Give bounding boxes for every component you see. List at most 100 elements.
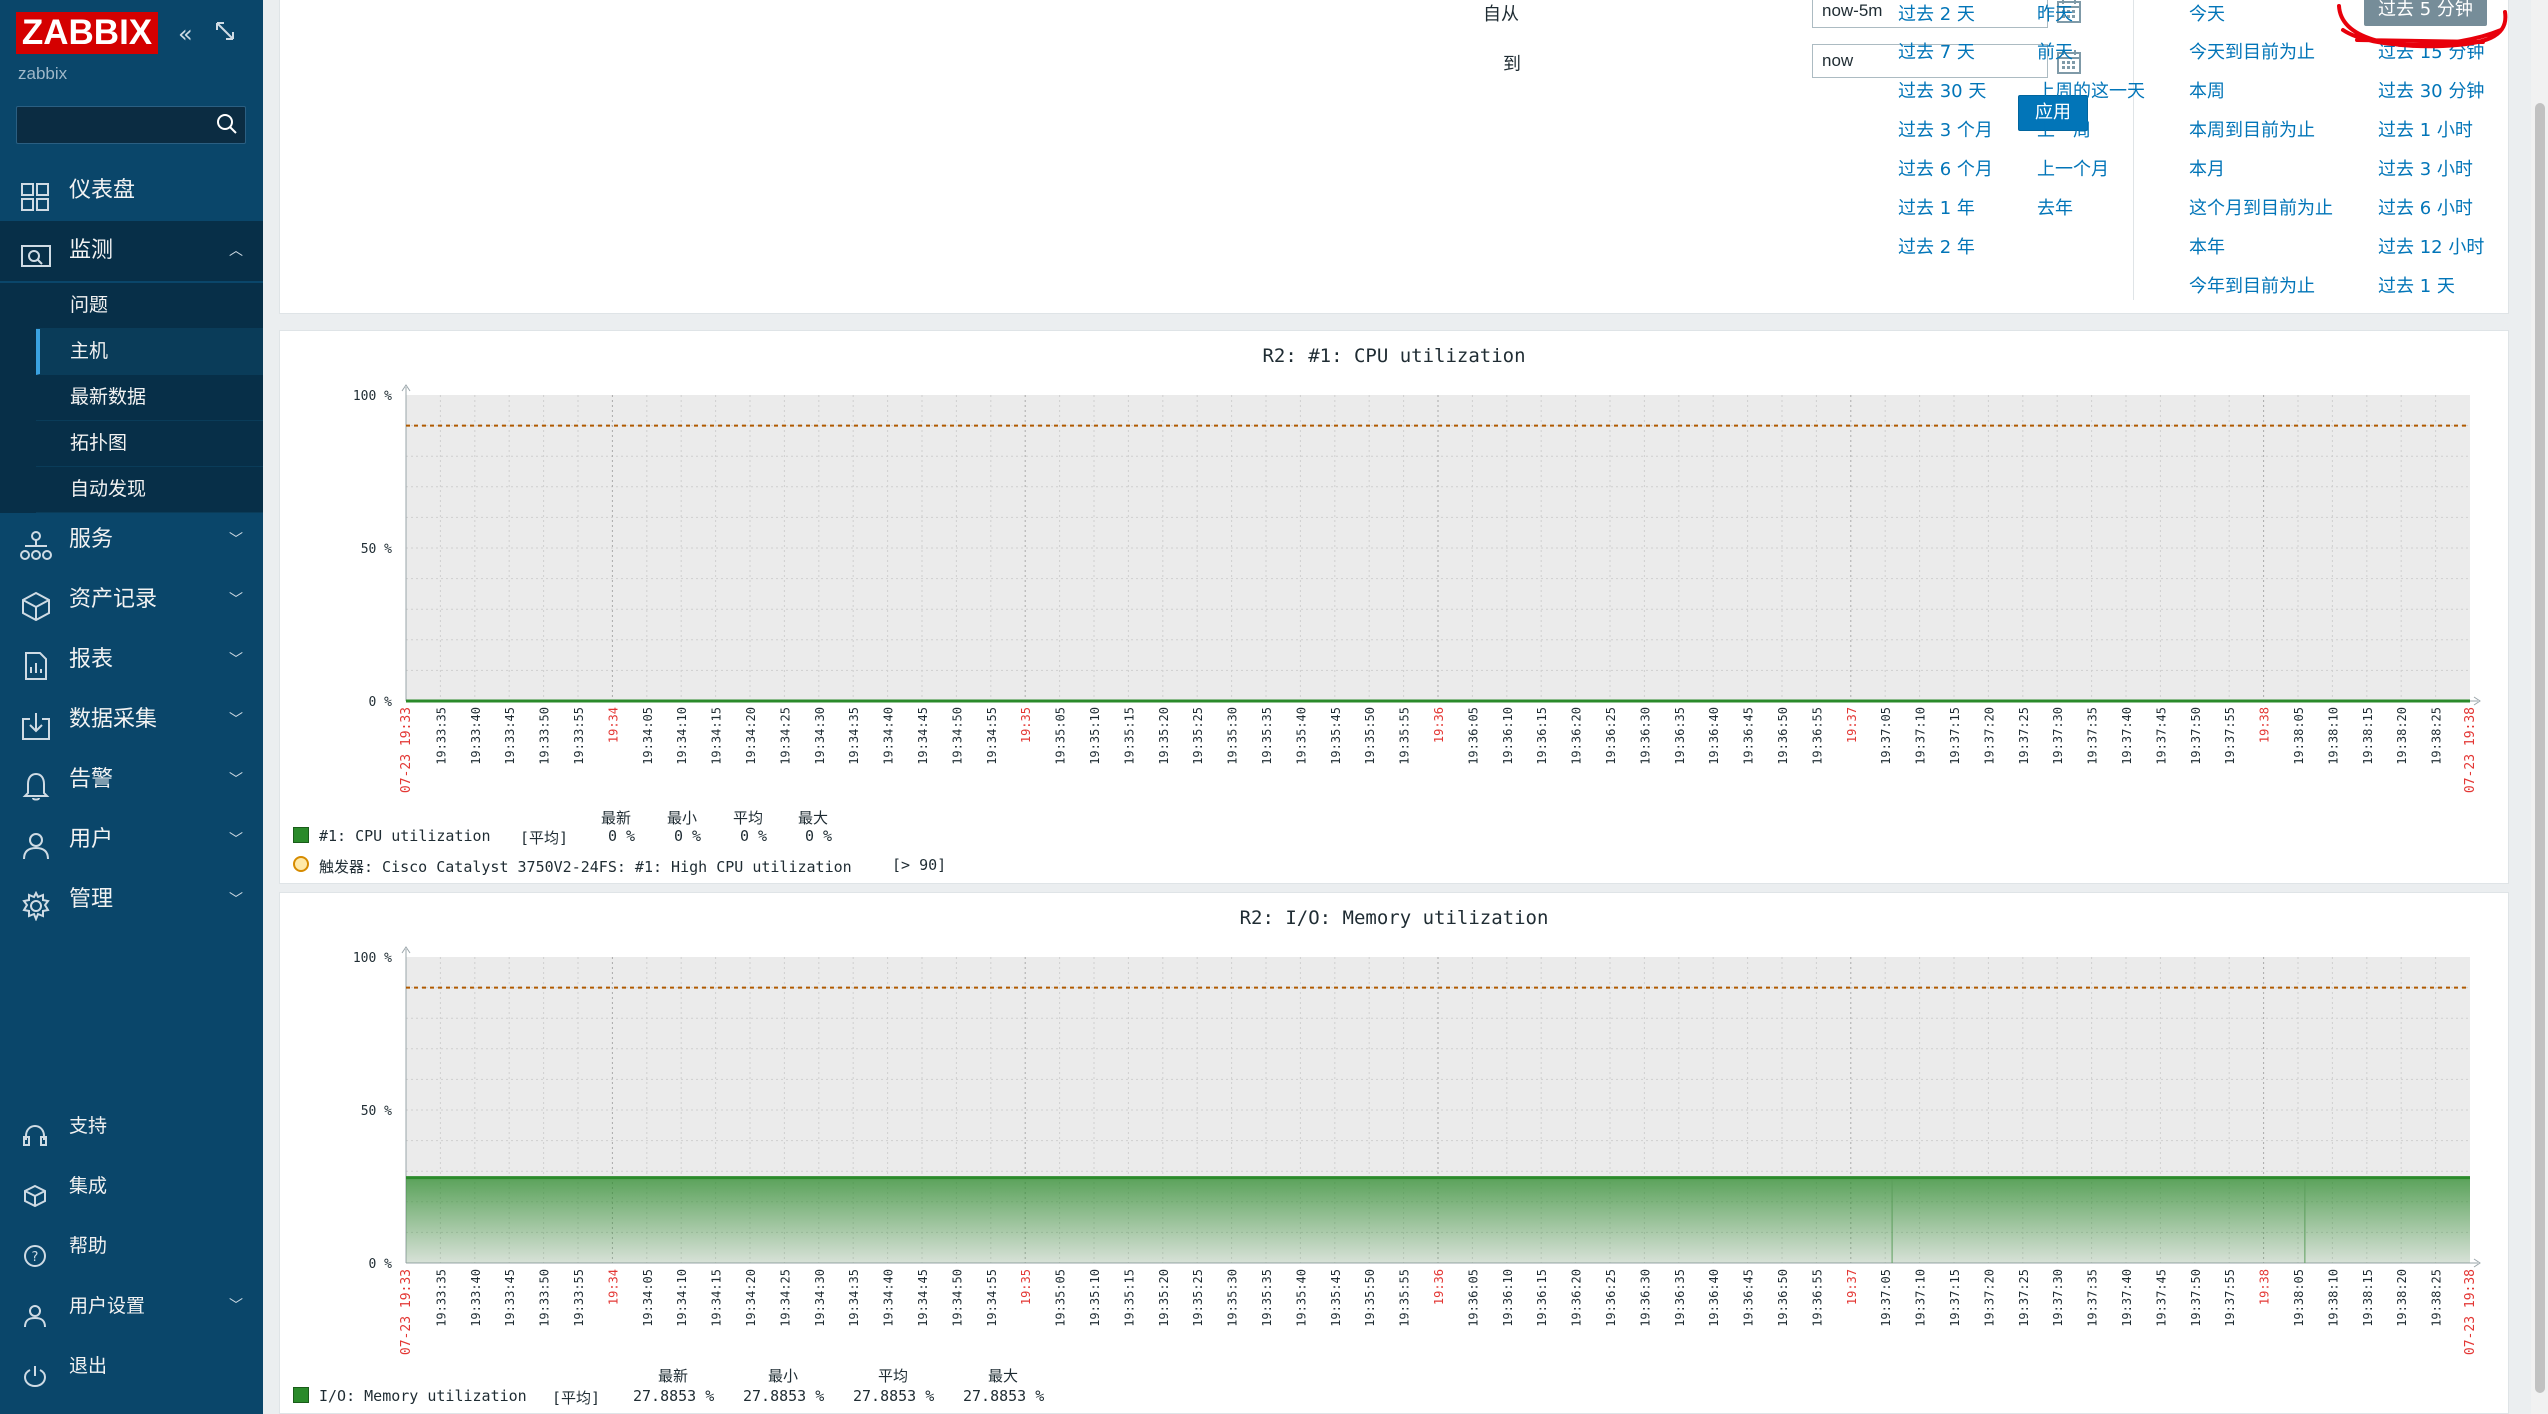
x-tick-label: 19:36 xyxy=(1432,707,1446,743)
submenu-latest-data[interactable]: 最新数据 xyxy=(36,375,263,421)
quick-range-link[interactable]: 过去 6 小时 xyxy=(2378,194,2473,220)
x-tick-label: 19:35:20 xyxy=(1157,707,1171,765)
legend-value-min: 0 % xyxy=(674,827,702,845)
x-tick-label: 19:38:15 xyxy=(2361,1269,2375,1327)
chevron-down-icon: ﹀ xyxy=(229,1298,243,1314)
menu-dashboard[interactable]: 仪表盘 xyxy=(0,161,263,221)
x-tick-label: 19:33:55 xyxy=(572,707,586,765)
x-tick-label: 19:37 xyxy=(1845,707,1859,743)
x-tick-label: 19:37:30 xyxy=(2051,707,2065,765)
integrations-icon xyxy=(22,1174,48,1208)
quick-range-link[interactable]: 过去 3 个月 xyxy=(1898,116,1993,142)
collapse-sidebar-icon[interactable]: « xyxy=(178,20,193,48)
submenu-maps[interactable]: 拓扑图 xyxy=(36,421,263,467)
monitoring-icon xyxy=(20,236,52,267)
chevron-up-icon: ︿ xyxy=(229,243,243,259)
quick-range-link[interactable]: 过去 1 年 xyxy=(1898,194,1975,220)
quick-range-link[interactable]: 本周到目前为止 xyxy=(2189,116,2315,142)
svg-text:?: ? xyxy=(32,1250,39,1265)
menu-monitoring[interactable]: 监测 ︿ xyxy=(0,221,263,281)
quick-range-link[interactable]: 去年 xyxy=(2037,194,2073,220)
menu-services[interactable]: 服务 ﹀ xyxy=(0,510,263,570)
x-tick-label: 19:33:35 xyxy=(434,1269,448,1327)
x-tick-label: 19:35:35 xyxy=(1260,1269,1274,1327)
y-tick-label: 50 % xyxy=(361,542,392,557)
quick-range-link[interactable]: 上一周 xyxy=(2037,116,2091,142)
quick-range-link[interactable]: 过去 7 天 xyxy=(1898,38,1975,64)
quick-range-link[interactable]: 过去 1 小时 xyxy=(2378,116,2473,142)
dashboard-icon xyxy=(20,176,52,211)
submenu-problems[interactable]: 问题 xyxy=(36,283,263,329)
x-tick-label: 19:35:50 xyxy=(1363,1269,1377,1327)
data-collection-icon xyxy=(20,705,52,740)
menu-administration[interactable]: 管理 ﹀ xyxy=(0,870,263,930)
quick-range-link[interactable]: 本周 xyxy=(2189,77,2225,103)
footer-user-settings[interactable]: 用户设置 ﹀ xyxy=(0,1278,263,1334)
legend-header-last: 最新 xyxy=(658,1367,689,1385)
quick-range-link[interactable]: 过去 2 年 xyxy=(1898,233,1975,259)
sidebar-search-input[interactable] xyxy=(16,106,246,144)
quick-range-link[interactable]: 上周的这一天 xyxy=(2037,77,2145,103)
quick-range-link[interactable]: 过去 12 小时 xyxy=(2378,233,2484,259)
footer-help[interactable]: ? 帮助 xyxy=(0,1218,263,1274)
quick-range-link[interactable]: 本月 xyxy=(2189,155,2225,181)
quick-range-link[interactable]: 过去 2 天 xyxy=(1898,0,1975,26)
scrollbar-thumb[interactable] xyxy=(2535,103,2545,1393)
quick-range-link[interactable]: 本年 xyxy=(2189,233,2225,259)
menu-data-collection[interactable]: 数据采集 ﹀ xyxy=(0,690,263,750)
kiosk-mode-icon[interactable] xyxy=(214,20,236,48)
footer-sign-out[interactable]: 退出 xyxy=(0,1338,263,1394)
legend-header-max: 最大 xyxy=(988,1367,1019,1385)
x-tick-label: 19:38:05 xyxy=(2292,1269,2306,1327)
x-tick-label: 19:35:10 xyxy=(1088,1269,1102,1327)
quick-range-link[interactable]: 过去 6 个月 xyxy=(1898,155,1993,181)
x-tick-label: 19:36:30 xyxy=(1638,1269,1652,1327)
x-tick-label: 19:36:50 xyxy=(1776,707,1790,765)
legend-value-avg: 0 % xyxy=(740,827,768,845)
menu-reports[interactable]: 报表 ﹀ xyxy=(0,630,263,690)
users-icon xyxy=(20,825,52,860)
inventory-icon xyxy=(20,585,52,622)
x-tick-label: 19:37:35 xyxy=(2086,1269,2100,1327)
quick-range-link[interactable]: 上一个月 xyxy=(2037,155,2109,181)
submenu-hosts[interactable]: 主机 xyxy=(36,329,263,375)
footer-integrations[interactable]: 集成 xyxy=(0,1158,263,1214)
quick-range-link[interactable]: 过去 3 小时 xyxy=(2378,155,2473,181)
menu-alerts[interactable]: 告警 ﹀ xyxy=(0,750,263,810)
quick-range-link[interactable]: 今天到目前为止 xyxy=(2189,38,2315,64)
footer-support[interactable]: 支持 xyxy=(0,1098,263,1154)
menu-inventory[interactable]: 资产记录 ﹀ xyxy=(0,570,263,630)
x-tick-label: 19:38:10 xyxy=(2326,707,2340,765)
quick-range-link[interactable]: 这个月到目前为止 xyxy=(2189,194,2333,220)
search-icon[interactable] xyxy=(215,112,239,140)
x-tick-label: 19:33:55 xyxy=(572,1269,586,1327)
legend-item-label: I/O: Memory utilization xyxy=(319,1387,527,1405)
x-tick-label: 19:34:10 xyxy=(675,1269,689,1327)
x-tick-label: 19:33:40 xyxy=(469,1269,483,1327)
menu-users[interactable]: 用户 ﹀ xyxy=(0,810,263,870)
x-tick-label: 19:37:25 xyxy=(2017,707,2031,765)
quick-range-link[interactable]: 过去 30 分钟 xyxy=(2378,77,2484,103)
x-tick-label: 19:33:45 xyxy=(503,1269,517,1327)
menu-label: 仪表盘 xyxy=(69,178,136,203)
quick-range-link[interactable]: 过去 30 天 xyxy=(1898,77,1986,103)
x-tick-label: 19:38:05 xyxy=(2292,707,2306,765)
submenu-discovery[interactable]: 自动发现 xyxy=(36,467,263,513)
quick-range-link[interactable]: 前天 xyxy=(2037,38,2073,64)
legend-header-min: 最小 xyxy=(667,809,698,827)
x-tick-label: 19:38:25 xyxy=(2430,707,2444,765)
quick-range-link[interactable]: 昨天 xyxy=(2037,0,2073,26)
x-tick-label: 19:36:05 xyxy=(1466,1269,1480,1327)
monitoring-submenu: 问题 主机 最新数据 拓扑图 自动发现 xyxy=(0,283,263,513)
x-tick-label: 19:33:40 xyxy=(469,707,483,765)
chevron-down-icon: ﹀ xyxy=(229,892,243,908)
x-tick-label: 19:37:55 xyxy=(2223,707,2237,765)
quick-range-link[interactable]: 今年到目前为止 xyxy=(2189,272,2315,298)
x-tick-label: 19:37:55 xyxy=(2223,1269,2237,1327)
x-tick-label: 19:37:05 xyxy=(1879,707,1893,765)
quick-range-link[interactable]: 过去 1 天 xyxy=(2378,272,2455,298)
quick-range-link[interactable]: 今天 xyxy=(2189,0,2225,26)
x-tick-label: 19:38:15 xyxy=(2361,707,2375,765)
zabbix-logo[interactable]: ZABBIX xyxy=(16,12,158,54)
x-tick-label: 19:35:05 xyxy=(1054,707,1068,765)
